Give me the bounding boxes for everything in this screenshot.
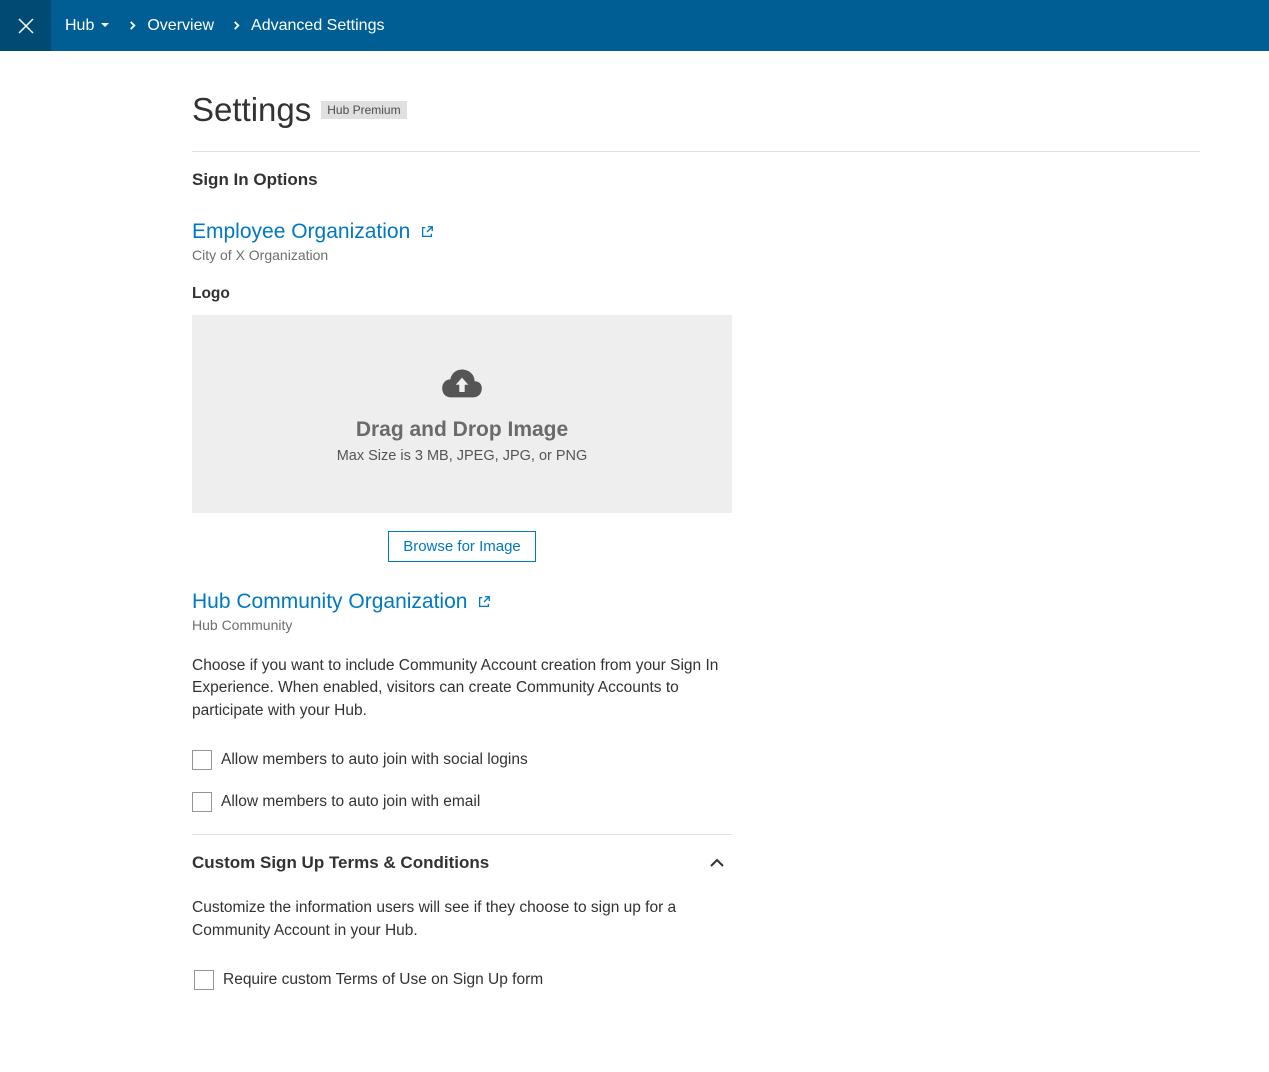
- external-link-icon: [420, 225, 434, 239]
- employee-org-link[interactable]: Employee Organization: [192, 220, 732, 244]
- checkbox-email-label: Allow members to auto join with email: [221, 793, 480, 811]
- top-nav: Hub Overview Advanced Settings: [0, 0, 1269, 51]
- community-org-sub: Hub Community: [192, 617, 732, 633]
- browse-image-button[interactable]: Browse for Image: [388, 531, 536, 562]
- employee-org-sub: City of X Organization: [192, 247, 732, 263]
- breadcrumb-advanced-label: Advanced Settings: [251, 17, 384, 35]
- signin-heading: Sign In Options: [192, 170, 1200, 190]
- terms-title: Custom Sign Up Terms & Conditions: [192, 853, 489, 873]
- employee-org-link-label: Employee Organization: [192, 220, 410, 244]
- logo-label: Logo: [192, 285, 732, 303]
- terms-collapse-header[interactable]: Custom Sign Up Terms & Conditions: [192, 853, 732, 873]
- page-title-row: Settings Hub Premium: [192, 91, 1200, 129]
- breadcrumb: Hub Overview Advanced Settings: [51, 17, 384, 35]
- chevron-right-icon: [128, 17, 137, 35]
- drop-title: Drag and Drop Image: [356, 418, 568, 442]
- chevron-up-icon: [708, 854, 726, 872]
- caret-down-icon: [100, 17, 110, 35]
- close-button[interactable]: [0, 0, 51, 51]
- community-org-section: Hub Community Organization Hub Community…: [192, 590, 732, 990]
- terms-desc: Customize the information users will see…: [192, 897, 732, 942]
- chevron-right-icon: [232, 17, 241, 35]
- logo-drop-zone[interactable]: Drag and Drop Image Max Size is 3 MB, JP…: [192, 315, 732, 513]
- checkbox-email-row[interactable]: Allow members to auto join with email: [192, 792, 732, 812]
- breadcrumb-hub[interactable]: Hub: [65, 17, 110, 35]
- breadcrumb-advanced[interactable]: Advanced Settings: [251, 17, 384, 35]
- community-desc: Choose if you want to include Community …: [192, 655, 732, 722]
- external-link-icon: [477, 595, 491, 609]
- drop-sub: Max Size is 3 MB, JPEG, JPG, or PNG: [337, 448, 588, 464]
- cloud-upload-icon: [440, 365, 484, 406]
- checkbox-social-row[interactable]: Allow members to auto join with social l…: [192, 750, 732, 770]
- divider: [192, 834, 732, 835]
- divider: [192, 151, 1200, 152]
- checkbox-require-terms[interactable]: [194, 970, 214, 990]
- premium-badge: Hub Premium: [321, 101, 406, 119]
- checkbox-email[interactable]: [192, 792, 212, 812]
- breadcrumb-overview-label: Overview: [147, 17, 214, 35]
- checkbox-social-label: Allow members to auto join with social l…: [221, 751, 528, 769]
- close-icon: [16, 16, 36, 36]
- checkbox-require-row[interactable]: Require custom Terms of Use on Sign Up f…: [194, 970, 732, 990]
- main-content: Settings Hub Premium Sign In Options Emp…: [0, 51, 1200, 1072]
- page-title: Settings: [192, 91, 311, 129]
- browse-row: Browse for Image: [192, 531, 732, 562]
- employee-org-section: Employee Organization City of X Organiza…: [192, 220, 732, 562]
- breadcrumb-overview[interactable]: Overview: [147, 17, 214, 35]
- breadcrumb-hub-label: Hub: [65, 17, 94, 35]
- community-org-link[interactable]: Hub Community Organization: [192, 590, 732, 614]
- checkbox-social[interactable]: [192, 750, 212, 770]
- checkbox-require-label: Require custom Terms of Use on Sign Up f…: [223, 971, 543, 989]
- community-org-link-label: Hub Community Organization: [192, 590, 467, 614]
